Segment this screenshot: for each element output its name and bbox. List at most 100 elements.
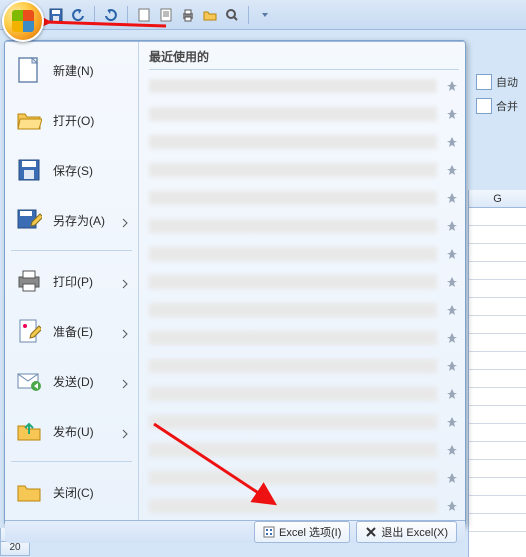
close-folder-icon xyxy=(15,478,43,506)
pin-icon[interactable] xyxy=(445,247,459,261)
recent-document-row[interactable] xyxy=(149,76,459,96)
cell[interactable] xyxy=(469,316,526,334)
column-header[interactable]: G xyxy=(469,190,526,208)
recent-document-row[interactable] xyxy=(149,496,459,516)
cell[interactable] xyxy=(469,424,526,442)
recent-document-row[interactable] xyxy=(149,104,459,124)
cell[interactable] xyxy=(469,352,526,370)
pin-icon[interactable] xyxy=(445,163,459,177)
recent-document-row[interactable] xyxy=(149,244,459,264)
cell[interactable] xyxy=(469,262,526,280)
pin-icon[interactable] xyxy=(445,471,459,485)
menu-item-saveas[interactable]: 另存为(A) xyxy=(5,198,138,242)
menu-item-label: 打印(P) xyxy=(53,273,112,290)
cell[interactable] xyxy=(469,406,526,424)
menu-item-label: 发送(D) xyxy=(53,373,112,390)
print-icon[interactable] xyxy=(180,7,196,23)
cell[interactable] xyxy=(469,280,526,298)
recent-document-row[interactable] xyxy=(149,384,459,404)
ribbon-auto-item[interactable]: 自动 xyxy=(476,74,526,90)
chevron-right-icon xyxy=(122,276,128,286)
pin-icon[interactable] xyxy=(445,359,459,373)
pin-icon[interactable] xyxy=(445,499,459,513)
recent-document-name-blurred xyxy=(149,275,437,289)
cell[interactable] xyxy=(469,514,526,532)
button-label: Excel 选项(I) xyxy=(279,524,341,540)
pin-icon[interactable] xyxy=(445,191,459,205)
pin-icon[interactable] xyxy=(445,331,459,345)
cell[interactable] xyxy=(469,388,526,406)
pin-icon[interactable] xyxy=(445,415,459,429)
recent-document-row[interactable] xyxy=(149,216,459,236)
ribbon-label: 合并 xyxy=(496,98,518,114)
cell[interactable] xyxy=(469,478,526,496)
redo-icon[interactable] xyxy=(103,7,119,23)
menu-item-label: 关闭(C) xyxy=(53,484,128,501)
recent-document-row[interactable] xyxy=(149,468,459,488)
cell[interactable] xyxy=(469,460,526,478)
folder-icon[interactable] xyxy=(202,7,218,23)
pin-icon[interactable] xyxy=(445,443,459,457)
menu-separator xyxy=(11,250,132,251)
office-button[interactable] xyxy=(2,0,44,42)
prepare-icon xyxy=(15,317,43,345)
recent-document-name-blurred xyxy=(149,247,437,261)
recent-document-name-blurred xyxy=(149,79,437,93)
qat-separator xyxy=(248,6,249,24)
cell[interactable] xyxy=(469,442,526,460)
menu-item-prepare[interactable]: 准备(E) xyxy=(5,309,138,353)
cell[interactable] xyxy=(469,244,526,262)
recent-document-row[interactable] xyxy=(149,272,459,292)
cell[interactable] xyxy=(469,334,526,352)
button-label: 退出 Excel(X) xyxy=(381,524,448,540)
recent-document-name-blurred xyxy=(149,443,437,457)
recent-document-row[interactable] xyxy=(149,356,459,376)
pin-icon[interactable] xyxy=(445,135,459,149)
menu-item-new[interactable]: 新建(N) xyxy=(5,48,138,92)
row-header[interactable]: 20 xyxy=(0,542,30,556)
cell[interactable] xyxy=(469,298,526,316)
pin-icon[interactable] xyxy=(445,219,459,233)
office-menu: 新建(N) 打开(O) 保存(S) 另存为(A) 打印(P) xyxy=(4,40,466,526)
recent-document-name-blurred xyxy=(149,471,437,485)
recent-document-row[interactable] xyxy=(149,300,459,320)
menu-item-print[interactable]: 打印(P) xyxy=(5,259,138,303)
recent-document-row[interactable] xyxy=(149,188,459,208)
cell[interactable] xyxy=(469,208,526,226)
recent-document-row[interactable] xyxy=(149,160,459,180)
excel-options-button[interactable]: Excel 选项(I) xyxy=(254,521,350,543)
undo-icon[interactable] xyxy=(70,7,86,23)
cell[interactable] xyxy=(469,370,526,388)
ribbon-label: 自动 xyxy=(496,74,518,90)
menu-item-open[interactable]: 打开(O) xyxy=(5,98,138,142)
open-doc-icon[interactable] xyxy=(158,7,174,23)
menu-item-save[interactable]: 保存(S) xyxy=(5,148,138,192)
menu-item-label: 打开(O) xyxy=(53,112,128,129)
send-mail-icon xyxy=(15,367,43,395)
recent-document-row[interactable] xyxy=(149,440,459,460)
qat-dropdown-icon[interactable] xyxy=(257,7,273,23)
menu-item-label: 另存为(A) xyxy=(53,212,112,229)
menu-item-publish[interactable]: 发布(U) xyxy=(5,409,138,453)
pin-icon[interactable] xyxy=(445,79,459,93)
recent-document-name-blurred xyxy=(149,415,437,429)
menu-item-send[interactable]: 发送(D) xyxy=(5,359,138,403)
pin-icon[interactable] xyxy=(445,107,459,121)
exit-excel-button[interactable]: 退出 Excel(X) xyxy=(356,521,457,543)
recent-document-row[interactable] xyxy=(149,412,459,432)
save-icon[interactable] xyxy=(48,7,64,23)
ribbon-merge-item[interactable]: 合并 xyxy=(476,98,526,114)
pin-icon[interactable] xyxy=(445,275,459,289)
pin-icon[interactable] xyxy=(445,387,459,401)
office-menu-left-column: 新建(N) 打开(O) 保存(S) 另存为(A) 打印(P) xyxy=(5,42,139,520)
cell[interactable] xyxy=(469,496,526,514)
menu-item-close[interactable]: 关闭(C) xyxy=(5,470,138,514)
new-icon[interactable] xyxy=(136,7,152,23)
recent-document-row[interactable] xyxy=(149,328,459,348)
recent-documents-list xyxy=(149,70,459,520)
pin-icon[interactable] xyxy=(445,303,459,317)
recent-document-row[interactable] xyxy=(149,132,459,152)
cell[interactable] xyxy=(469,226,526,244)
chevron-right-icon xyxy=(122,426,128,436)
preview-icon[interactable] xyxy=(224,7,240,23)
